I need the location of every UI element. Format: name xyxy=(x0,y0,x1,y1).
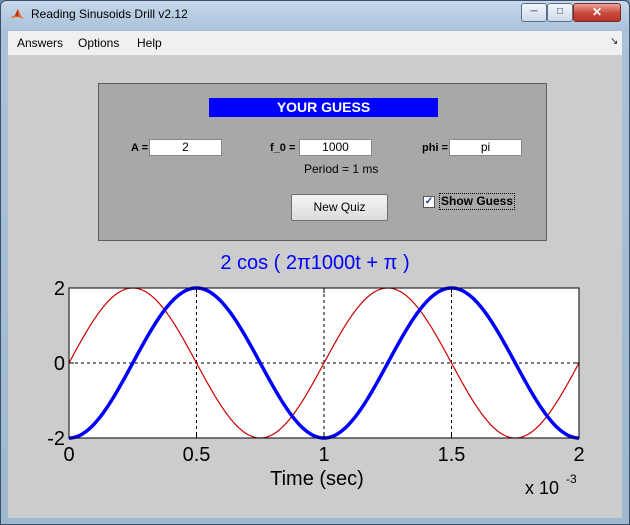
figure-area: YOUR GUESS A = 2 f_0 = 1000 phi = pi Per… xyxy=(8,56,622,518)
x-tick-label: 0.5 xyxy=(183,444,211,466)
menu-bar: Answers Options Help ↘ xyxy=(8,31,622,56)
maximize-icon: □ xyxy=(556,6,564,17)
y-tick-label: 2 xyxy=(54,278,65,300)
app-window: Reading Sinusoids Drill v2.12 ─ □ ✕ Answ… xyxy=(0,0,630,525)
x-axis-label: Time (sec) xyxy=(270,468,364,490)
matlab-logo-icon xyxy=(10,9,24,19)
x-tick-label: 2 xyxy=(573,444,584,466)
minimize-icon: ─ xyxy=(530,6,538,17)
menu-options[interactable]: Options xyxy=(78,36,119,50)
close-button[interactable]: ✕ xyxy=(573,3,621,22)
menu-answers[interactable]: Answers xyxy=(17,36,63,50)
x-multiplier-exponent: -3 xyxy=(566,472,577,486)
window-title: Reading Sinusoids Drill v2.12 xyxy=(31,7,188,21)
y-tick-label: 0 xyxy=(54,353,65,375)
x-tick-label: 1.5 xyxy=(438,444,466,466)
dock-arrow-icon[interactable]: ↘ xyxy=(610,36,618,47)
title-bar[interactable]: Reading Sinusoids Drill v2.12 ─ □ ✕ xyxy=(1,1,629,29)
sinusoid-plot: 0 0.5 1 1.5 2-202Time (sec) x 10 -3 xyxy=(47,278,584,498)
close-icon: ✕ xyxy=(591,5,603,19)
maximize-button[interactable]: □ xyxy=(547,3,573,22)
x-multiplier-label: x 10 xyxy=(525,478,559,498)
x-tick-label: 1 xyxy=(318,444,329,466)
y-tick-label: -2 xyxy=(47,428,65,450)
minimize-button[interactable]: ─ xyxy=(521,3,547,22)
x-tick-label: 0 xyxy=(63,444,74,466)
menu-help[interactable]: Help xyxy=(137,36,162,50)
